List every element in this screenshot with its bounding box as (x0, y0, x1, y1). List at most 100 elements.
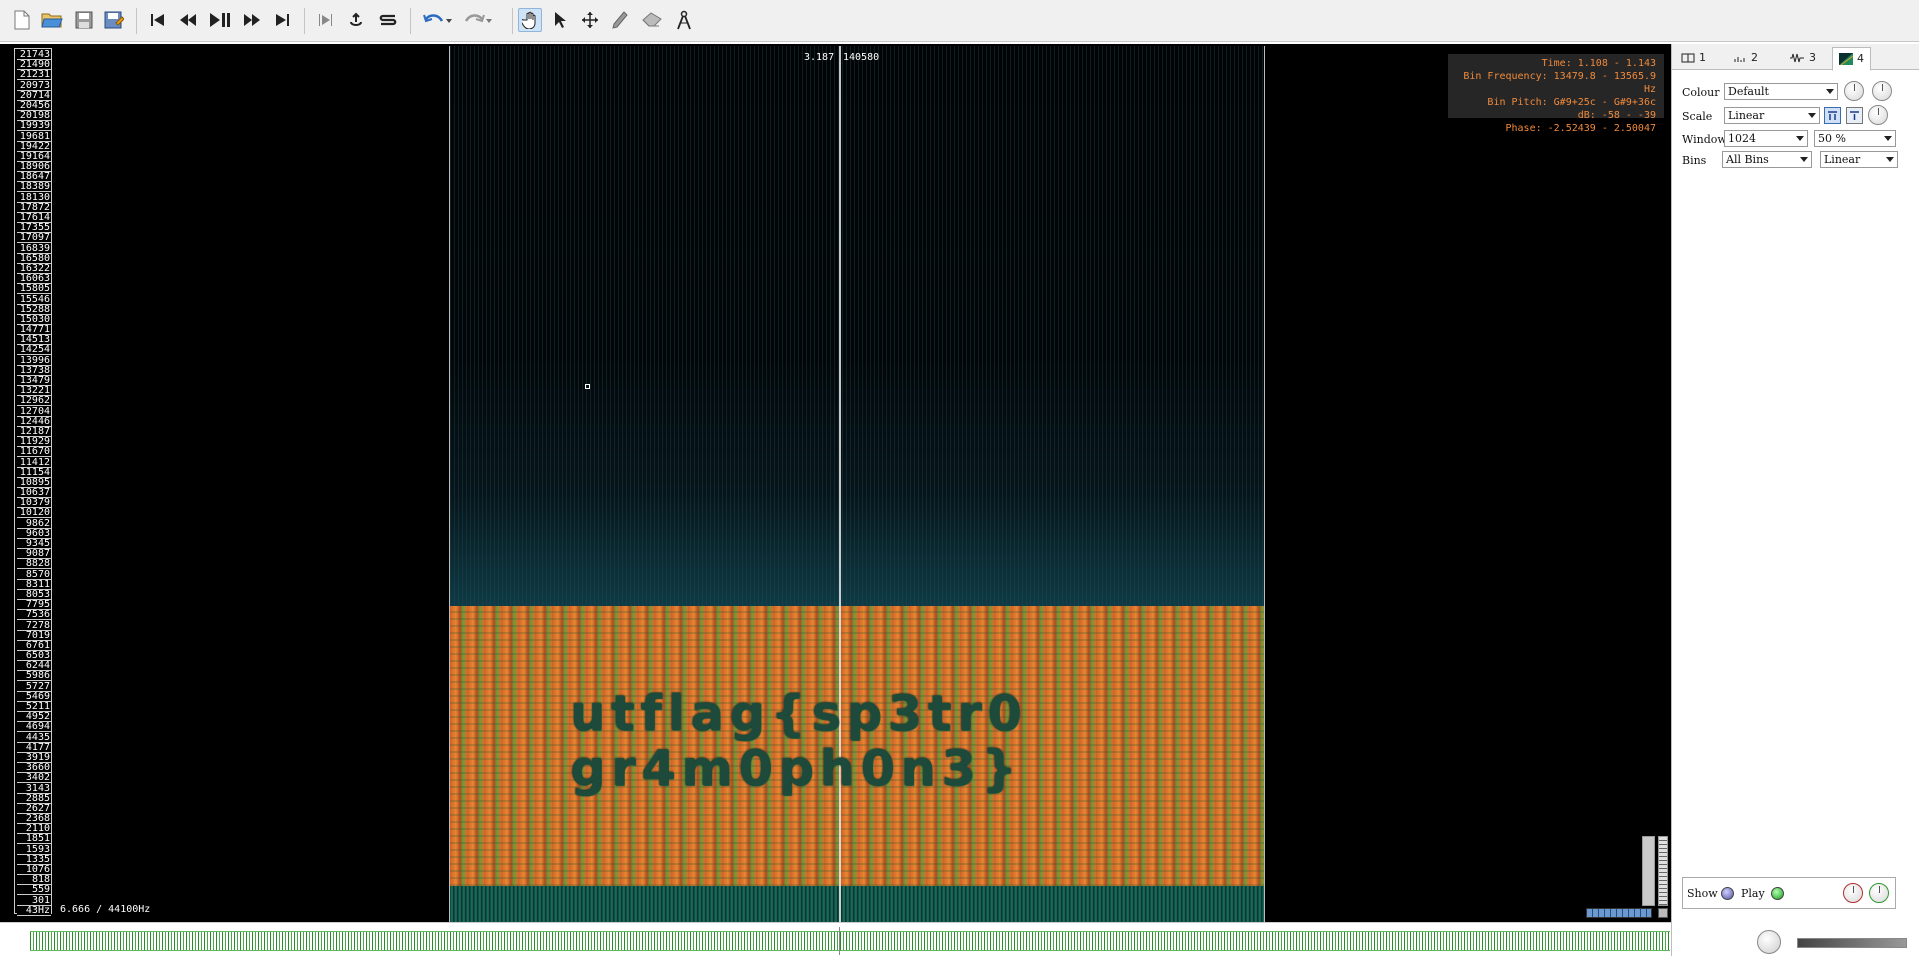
scale-label: Scale (1682, 110, 1713, 123)
navigate-tool-icon[interactable] (518, 8, 542, 32)
overview-playhead[interactable] (839, 927, 840, 955)
loop-icon[interactable] (344, 8, 368, 32)
toolbar (0, 0, 1919, 42)
spectrogram-low-frequencies (450, 886, 1264, 922)
frequency-tick-label: 8828 (17, 559, 51, 570)
tab-3-label: 3 (1809, 51, 1816, 64)
colour-value: Default (1728, 85, 1769, 98)
fast-forward-end-icon[interactable] (270, 8, 294, 32)
waveform-icon (1790, 53, 1804, 63)
play-toggle[interactable] (1771, 887, 1784, 900)
panel-tabs: 1 2 3 4 (1672, 44, 1919, 71)
frequency-tick-label: 21231 (17, 70, 51, 81)
cursor-crosshair (585, 384, 590, 389)
vertical-zoom-thumbwheel[interactable] (1658, 836, 1668, 906)
play-pause-icon[interactable] (208, 8, 232, 32)
info-time: Time: 1.108 - 1.143 (1541, 58, 1656, 69)
frequency-tick-label: 19681 (17, 131, 51, 142)
redo-icon[interactable] (460, 8, 494, 32)
colour-select[interactable]: Default (1724, 83, 1838, 100)
normalize-visible-icon[interactable] (1846, 107, 1863, 124)
play-selection-icon[interactable] (314, 8, 338, 32)
tab-2-label: 2 (1751, 51, 1758, 64)
save-icon[interactable] (72, 8, 96, 32)
hidden-flag-text: utflag{sp3tr0 gr4m0ph0n3} (570, 685, 1028, 797)
rewind-start-icon[interactable] (146, 8, 170, 32)
frequency-tick-label: 19939 (17, 121, 51, 132)
gain-knob[interactable] (1844, 81, 1864, 101)
playback-gain-slider[interactable] (1797, 938, 1907, 948)
tab-2[interactable]: 2 (1726, 47, 1765, 69)
vertical-zoom-scrollbar[interactable] (1642, 836, 1655, 906)
info-bin-frequency: Bin Frequency: 13479.8 - 13565.9 Hz (1463, 71, 1656, 95)
scale-select[interactable]: Linear (1724, 107, 1820, 124)
playhead-frame-label: 140580 (843, 52, 880, 63)
layer-controls: Show Play (1682, 877, 1896, 909)
window-label: Window (1682, 133, 1727, 146)
save-as-icon[interactable] (102, 8, 126, 32)
erase-tool-icon[interactable] (640, 8, 664, 32)
info-db: dB: -58 - -39 (1577, 110, 1656, 121)
rewind-icon[interactable] (176, 8, 200, 32)
move-tool-icon[interactable] (578, 8, 602, 32)
fast-forward-icon[interactable] (240, 8, 264, 32)
frequency-tick-label: 1851 (17, 834, 51, 845)
frequency-tick-label: 10120 (17, 508, 51, 519)
solo-icon[interactable] (376, 8, 400, 32)
spectrogram-high-frequencies (450, 46, 1264, 606)
frequency-tick-label: 3402 (17, 773, 51, 784)
new-file-icon[interactable] (10, 8, 34, 32)
frequency-tick-label: 12962 (17, 396, 51, 407)
bins-label: Bins (1682, 154, 1707, 167)
colour-rotation-knob[interactable] (1872, 81, 1892, 101)
tab-1-label: 1 (1699, 51, 1706, 64)
normalize-columns-icon[interactable] (1824, 107, 1841, 124)
window-size-value: 1024 (1728, 132, 1756, 145)
playback-speed-knob[interactable] (1757, 930, 1781, 954)
open-file-icon[interactable] (40, 8, 64, 32)
audio-region[interactable]: utflag{sp3tr0 gr4m0ph0n3} (449, 46, 1265, 922)
sample-rate-label: 6.666 / 44100Hz (60, 904, 151, 915)
scale-value: Linear (1728, 109, 1765, 122)
tab-3[interactable]: 3 (1782, 47, 1823, 69)
window-size-select[interactable]: 1024 (1724, 130, 1808, 147)
horizontal-zoom-thumbwheel[interactable] (1586, 908, 1652, 918)
frequency-tick-label: 14254 (17, 345, 51, 356)
undo-icon[interactable] (420, 8, 454, 32)
draw-tool-icon[interactable] (608, 8, 632, 32)
frequency-tick-label: 5986 (17, 671, 51, 682)
frequency-tick-label: 11670 (17, 447, 51, 458)
frequency-scale-select[interactable]: Linear (1820, 151, 1898, 168)
gain-dial[interactable] (1843, 883, 1863, 903)
frequency-tick-label: 18389 (17, 182, 51, 193)
zoom-reset-button[interactable] (1658, 908, 1668, 918)
threshold-knob[interactable] (1868, 105, 1888, 125)
bins-value: All Bins (1726, 153, 1769, 166)
show-label: Show (1687, 887, 1718, 900)
play-label: Play (1741, 887, 1765, 900)
frequency-tick-label: 4694 (17, 722, 51, 733)
spectrogram-energy-band: utflag{sp3tr0 gr4m0ph0n3} (450, 606, 1264, 886)
playhead-time-label: 3.187 (804, 52, 835, 63)
measure-tool-icon[interactable] (672, 8, 696, 32)
info-phase: Phase: -2.52439 - 2.50047 (1505, 123, 1656, 134)
tab-4[interactable]: 4 (1832, 47, 1871, 71)
frequency-tick-label: 7536 (17, 610, 51, 621)
pan-dial[interactable] (1869, 883, 1889, 903)
show-toggle[interactable] (1721, 887, 1734, 900)
window-overlap-value: 50 % (1818, 132, 1846, 145)
frequency-scale-value: Linear (1824, 153, 1861, 166)
frequency-tick-label: 559 (17, 885, 51, 896)
overview-waveform[interactable] (0, 922, 1671, 956)
window-overlap-select[interactable]: 50 % (1814, 130, 1896, 147)
frequency-scale: 21743 21490 21231 20973 20714 20456 20198 19939… (14, 48, 52, 916)
frequency-tick-label: 43Hz (17, 905, 51, 916)
select-tool-icon[interactable] (548, 8, 572, 32)
bins-select[interactable]: All Bins (1722, 151, 1812, 168)
measurement-info-box: Time: 1.108 - 1.143 Bin Frequency: 13479… (1448, 54, 1664, 134)
spectrogram-icon (1839, 53, 1853, 65)
spectrogram-view[interactable]: 21743 21490 21231 20973 20714 20456 20198 19939… (0, 44, 1671, 922)
tab-1[interactable]: 1 (1674, 47, 1713, 69)
layers-icon (1681, 53, 1695, 63)
property-panel: 1 2 3 4 Colour Default Scale Linear Wind… (1671, 44, 1919, 956)
